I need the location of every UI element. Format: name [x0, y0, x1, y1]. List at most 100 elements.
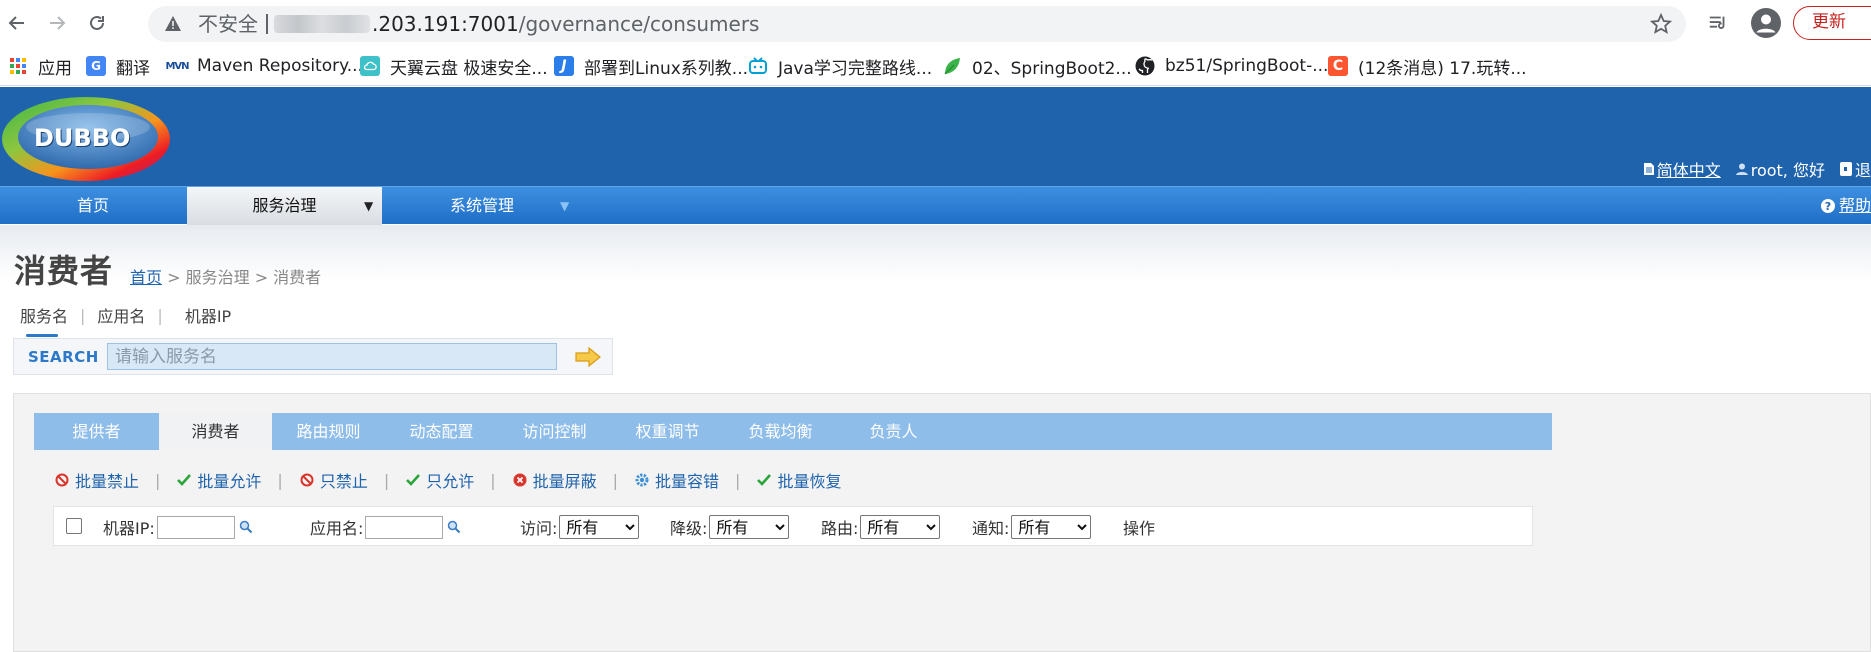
bookmark-springboot[interactable]: 02、SpringBoot2...	[942, 54, 1132, 79]
degrade-select[interactable]: 所有	[709, 515, 790, 539]
search-icon[interactable]	[239, 520, 253, 534]
nav-system-management[interactable]: 系统管理	[383, 187, 581, 225]
tab-providers[interactable]: 提供者	[34, 413, 159, 450]
degrade-label: 降级:	[670, 519, 708, 538]
address-bar[interactable]: 不安全 .203.191:7001/governance/consumers	[148, 6, 1686, 42]
bookmark-csdn[interactable]: C (12条消息) 17.玩转...	[1328, 54, 1527, 79]
update-button[interactable]: 更新	[1793, 6, 1871, 40]
bookmark-linux[interactable]: J 部署到Linux系列教...	[554, 54, 748, 79]
route-select[interactable]: 所有	[860, 515, 941, 539]
language-label: 简体中文	[1656, 161, 1721, 180]
app-name-input[interactable]	[365, 515, 444, 539]
action-label: 批量屏蔽	[532, 472, 597, 491]
tab-access-control[interactable]: 访问控制	[498, 413, 611, 450]
breadcrumb-home-link[interactable]: 首页	[130, 268, 162, 287]
access-select[interactable]: 所有	[559, 515, 640, 539]
tab-routes[interactable]: 路由规则	[272, 413, 385, 450]
route-filter: 路由: 所有	[821, 515, 941, 539]
operation-header: 操作	[1123, 519, 1156, 538]
machine-ip-filter: 机器IP:	[103, 515, 253, 539]
nav-service-governance[interactable]: 服务治理	[187, 187, 382, 225]
bookmark-translate[interactable]: G 翻译	[86, 54, 150, 79]
check-icon	[176, 472, 192, 488]
logo-text: DUBBO	[34, 124, 131, 152]
help-label: 帮助	[1838, 196, 1871, 215]
url-path: /governance/consumers	[518, 12, 760, 36]
github-icon	[1135, 56, 1155, 76]
nav-home[interactable]: 首页	[0, 187, 186, 225]
machine-ip-input[interactable]	[156, 515, 235, 539]
bookmark-label: Java学习完整路线...	[778, 58, 933, 79]
check-icon	[405, 472, 421, 488]
search-tab-machine-ip[interactable]: 机器IP	[185, 303, 231, 327]
bookmark-label: 02、SpringBoot2...	[972, 58, 1132, 79]
bookmark-label: 应用	[38, 58, 72, 79]
chevron-down-icon: ▼	[364, 199, 374, 213]
batch-block-button[interactable]: 批量屏蔽	[512, 468, 597, 492]
document-icon	[1643, 163, 1654, 175]
bookmark-star-icon[interactable]	[1650, 13, 1672, 35]
user-greeting: root, 您好	[1735, 157, 1825, 181]
maven-icon: MVN	[165, 60, 189, 72]
divider: |	[612, 470, 619, 490]
access-label: 访问:	[520, 519, 558, 538]
select-all-checkbox[interactable]	[66, 518, 82, 534]
reading-list-icon[interactable]	[1704, 9, 1732, 37]
search-type-tabs: 服务名 | 应用名 | 机器IP	[20, 303, 231, 337]
logout-label: 退	[1854, 161, 1871, 180]
bookmark-apps[interactable]: 应用	[8, 54, 72, 79]
tab-dynamic-config[interactable]: 动态配置	[385, 413, 498, 450]
forbid-icon	[54, 472, 70, 488]
action-label: 只禁止	[319, 472, 368, 491]
help-link[interactable]: ? 帮助	[1820, 187, 1871, 225]
bookmark-label: Maven Repository...	[197, 56, 363, 76]
search-tab-service[interactable]: 服务名	[20, 303, 68, 337]
bookmark-maven[interactable]: MVN Maven Repository...	[165, 54, 363, 78]
search-tab-application[interactable]: 应用名	[97, 303, 145, 327]
cloud-disk-icon	[360, 56, 380, 76]
search-icon[interactable]	[447, 520, 461, 534]
notify-label: 通知:	[972, 519, 1010, 538]
tab-weights[interactable]: 权重调节	[611, 413, 724, 450]
only-forbid-button[interactable]: 只禁止	[299, 468, 368, 492]
url-host: .203.191:7001	[372, 12, 519, 36]
logout-link[interactable]: 退	[1839, 157, 1871, 181]
tab-consumers[interactable]: 消费者	[159, 413, 272, 450]
app-name-label: 应用名:	[310, 519, 364, 538]
forward-button[interactable]	[40, 6, 74, 40]
route-label: 路由:	[821, 519, 859, 538]
tab-owners[interactable]: 负责人	[837, 413, 950, 450]
svg-text:?: ?	[1825, 200, 1831, 213]
address-separator	[266, 14, 268, 34]
not-secure-label: 不安全	[198, 12, 258, 36]
bookmark-label: 翻译	[116, 58, 150, 79]
arrow-right-icon[interactable]	[574, 346, 602, 368]
breadcrumb-rest: > 服务治理 > 消费者	[167, 268, 322, 287]
profile-avatar-icon[interactable]	[1750, 7, 1782, 39]
tab-load-balance[interactable]: 负载均衡	[724, 413, 837, 450]
action-label: 批量容错	[655, 472, 720, 491]
back-arrow-icon	[8, 16, 24, 30]
batch-tolerance-button[interactable]: 批量容错	[634, 468, 719, 492]
back-button[interactable]	[0, 6, 34, 40]
app-name-filter: 应用名:	[310, 515, 461, 539]
only-allow-button[interactable]: 只允许	[405, 468, 474, 492]
page-title: 消费者	[14, 252, 114, 290]
reload-button[interactable]	[80, 6, 114, 40]
search-box: SEARCH	[13, 338, 613, 375]
notify-select[interactable]: 所有	[1011, 515, 1092, 539]
machine-ip-label: 机器IP:	[103, 519, 155, 538]
user-links: 简体中文 root, 您好 退	[1643, 157, 1871, 181]
batch-forbid-button[interactable]: 批量禁止	[54, 468, 139, 492]
browser-toolbar: 不安全 .203.191:7001/governance/consumers 更…	[0, 0, 1871, 46]
bookmark-java[interactable]: Java学习完整路线...	[748, 54, 933, 79]
language-link[interactable]: 简体中文	[1643, 157, 1721, 181]
notify-filter: 通知: 所有	[972, 515, 1092, 539]
batch-allow-button[interactable]: 批量允许	[176, 468, 261, 492]
search-input[interactable]	[107, 343, 557, 370]
bilibili-icon	[748, 56, 768, 76]
batch-recover-button[interactable]: 批量恢复	[756, 468, 841, 492]
bookmark-cloud[interactable]: 天翼云盘 极速安全...	[360, 54, 548, 79]
bookmark-github[interactable]: bz51/SpringBoot-...	[1135, 54, 1328, 78]
action-label: 批量允许	[197, 472, 262, 491]
